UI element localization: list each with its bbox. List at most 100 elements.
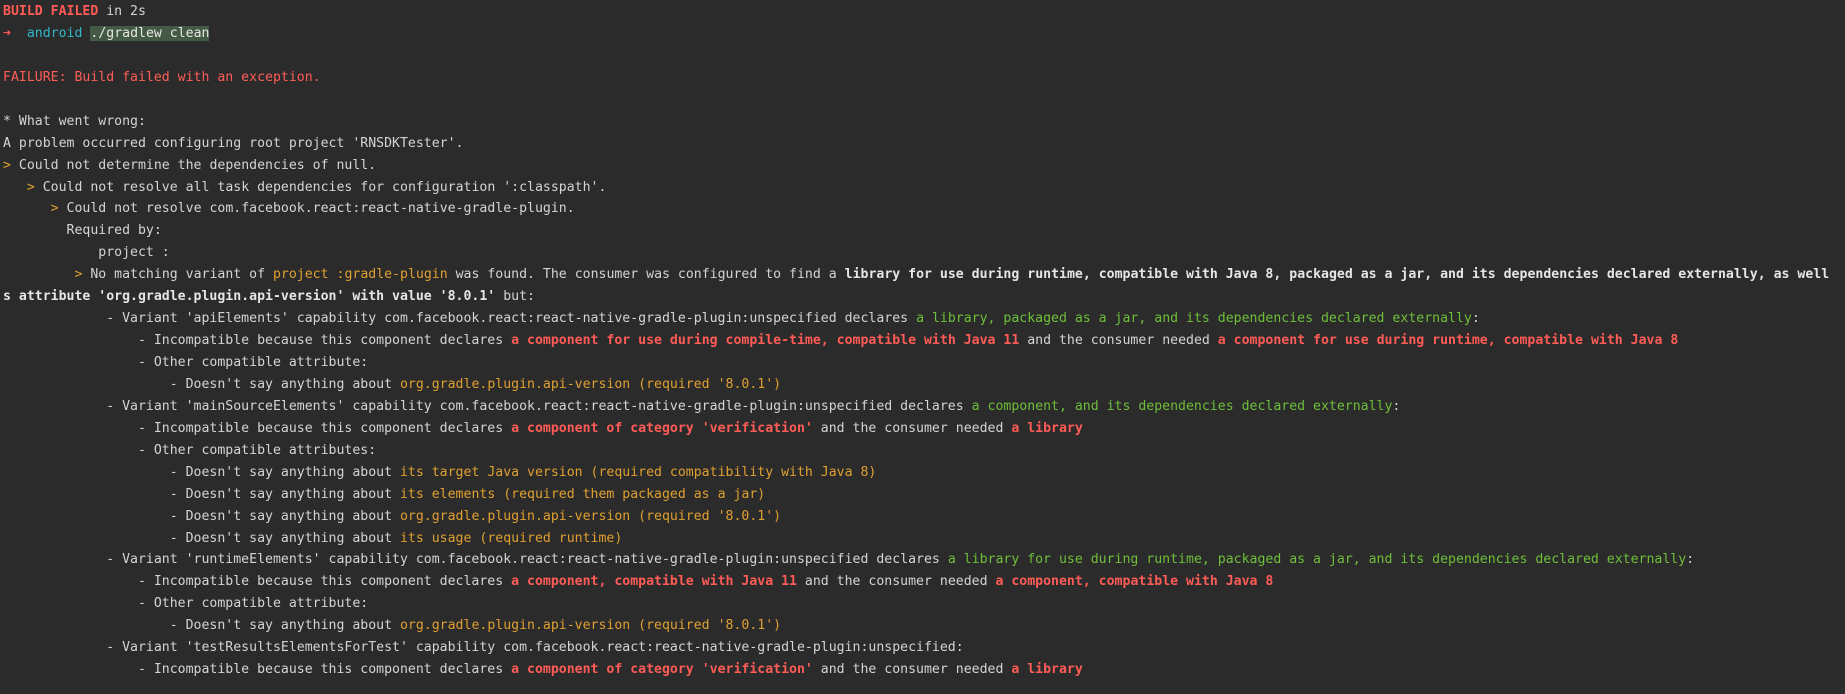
highlight-text: > (50, 201, 67, 217)
text-segment: and the consumer needed (812, 420, 1012, 436)
text-segment (3, 267, 74, 282)
command-text: ./gradlew clean (90, 25, 210, 41)
terminal-line: > No matching variant of project :gradle… (3, 264, 1845, 286)
declared-attribute-text: a library for use during runtime, packag… (947, 552, 1687, 568)
text-segment: was found. The consumer was configured t… (447, 267, 845, 283)
terminal-line: BUILD FAILED in 2s (3, 1, 1845, 23)
text-segment: s attribute 'org.gradle.plugin.api-versi… (3, 289, 496, 305)
prompt-arrow-icon: ➜ (3, 25, 11, 41)
text-segment: Could not determine the dependencies of … (18, 157, 377, 173)
text-segment: - Incompatible because this component de… (3, 662, 512, 678)
highlight-text: > (74, 267, 91, 283)
terminal-line: - Doesn't say anything about org.gradle.… (3, 615, 1845, 637)
text-segment: - Variant 'apiElements' capability com.f… (3, 311, 917, 327)
terminal-line: - Incompatible because this component de… (3, 571, 1845, 593)
terminal-line: - Variant 'apiElements' capability com.f… (3, 308, 1845, 330)
text-segment: and the consumer needed (812, 662, 1012, 678)
text-segment: and the consumer needed (1019, 333, 1218, 349)
declared-attribute-text: a library, packaged as a jar, and its de… (916, 311, 1472, 327)
terminal-line: > Could not determine the dependencies o… (3, 155, 1845, 177)
text-segment (11, 26, 27, 41)
text-segment: : (1392, 398, 1401, 414)
error-text: a component for use during runtime, comp… (1217, 333, 1679, 349)
text-segment: in 2s (98, 4, 146, 19)
highlight-text: > (26, 179, 43, 195)
terminal-line: - Doesn't say anything about org.gradle.… (3, 506, 1845, 528)
terminal-line: - Other compatible attribute: (3, 593, 1845, 615)
text-segment: library for use during runtime, compatib… (844, 267, 1830, 283)
text-segment: Could not resolve all task dependencies … (42, 179, 607, 195)
text-segment: and the consumer needed (796, 574, 996, 590)
error-text: a library (1011, 662, 1083, 678)
text-segment: - Other compatible attribute: (3, 355, 369, 370)
text-segment: project : (3, 245, 170, 261)
terminal-line: - Incompatible because this component de… (3, 330, 1845, 352)
error-text: FAILURE: Build failed with an exception. (3, 69, 321, 85)
terminal-line: > Could not resolve com.facebook.react:r… (3, 198, 1845, 220)
current-directory: android (26, 25, 83, 41)
terminal-line: * What went wrong: (3, 111, 1845, 133)
highlight-text: its target Java version (required compat… (399, 464, 877, 480)
text-segment: - Doesn't say anything about (3, 486, 400, 502)
text-segment: Required by: (3, 223, 162, 239)
error-text: a component of category 'verification' (511, 662, 813, 678)
terminal-line: ➜ android ./gradlew clean (3, 23, 1845, 45)
terminal-line: s attribute 'org.gradle.plugin.api-versi… (3, 286, 1845, 308)
highlight-text: org.gradle.plugin.api-version (required … (399, 508, 782, 524)
text-segment: - Incompatible because this component de… (3, 420, 512, 436)
terminal-line: - Variant 'mainSourceElements' capabilit… (3, 396, 1845, 418)
text-segment: No matching variant of (90, 267, 273, 283)
text-segment: : (1686, 552, 1695, 568)
text-segment: - Variant 'runtimeElements' capability c… (3, 552, 948, 568)
terminal-line: - Other compatible attributes: (3, 440, 1845, 462)
text-segment: Could not resolve com.facebook.react:rea… (66, 201, 575, 217)
terminal-line: - Incompatible because this component de… (3, 659, 1845, 681)
highlight-text: > (3, 157, 19, 173)
text-segment (3, 201, 51, 216)
text-segment (3, 180, 27, 195)
terminal-line: - Incompatible because this component de… (3, 418, 1845, 440)
text-segment: - Other compatible attribute: (3, 596, 369, 612)
error-text: a component, compatible with Java 8 (995, 574, 1274, 590)
text-segment: - Incompatible because this component de… (3, 574, 512, 590)
highlight-text: its elements (required them packaged as … (399, 486, 766, 502)
terminal-line: FAILURE: Build failed with an exception. (3, 67, 1845, 89)
terminal-line: - Doesn't say anything about its target … (3, 462, 1845, 484)
text-segment: * What went wrong: (3, 113, 146, 129)
error-text: a component of category 'verification' (511, 420, 813, 436)
text-segment: but: (495, 289, 535, 305)
highlight-text: its usage (required runtime) (399, 530, 623, 546)
text-segment: - Incompatible because this component de… (3, 333, 512, 349)
text-segment: - Doesn't say anything about (3, 376, 400, 392)
highlight-text: org.gradle.plugin.api-version (required … (399, 618, 782, 634)
error-text: a component, compatible with Java 11 (511, 574, 797, 590)
terminal-line: - Other compatible attribute: (3, 352, 1845, 374)
text-segment: - Other compatible attributes: (3, 442, 377, 458)
terminal-line: - Doesn't say anything about its usage (… (3, 528, 1845, 550)
terminal-line: > Could not resolve all task dependencie… (3, 177, 1845, 199)
terminal-line: - Variant 'runtimeElements' capability c… (3, 549, 1845, 571)
highlight-text: org.gradle.plugin.api-version (required … (399, 376, 782, 392)
highlight-text: project :gradle-plugin (272, 267, 448, 283)
text-segment: A problem occurred configuring root proj… (3, 135, 464, 151)
terminal-line: - Variant 'testResultsElementsForTest' c… (3, 637, 1845, 659)
terminal-line: - Doesn't say anything about its element… (3, 484, 1845, 506)
error-text: a component for use during compile-time,… (511, 333, 1020, 349)
declared-attribute-text: a component, and its dependencies declar… (971, 398, 1393, 414)
error-text: a library (1011, 420, 1083, 436)
terminal-output[interactable]: BUILD FAILED in 2s ➜ android ./gradlew cl… (0, 0, 1845, 694)
text-segment: - Variant 'mainSourceElements' capabilit… (3, 398, 972, 414)
terminal-line: A problem occurred configuring root proj… (3, 133, 1845, 155)
text-segment: : (1471, 311, 1480, 327)
text-segment: - Variant 'testResultsElementsForTest' c… (3, 640, 964, 656)
text-segment: - Doesn't say anything about (3, 530, 400, 546)
text-segment: - Doesn't say anything about (3, 508, 400, 524)
terminal-line: project : (3, 242, 1845, 264)
text-segment: - Doesn't say anything about (3, 618, 400, 634)
terminal-line: - Doesn't say anything about org.gradle.… (3, 374, 1845, 396)
error-text: BUILD FAILED (3, 4, 99, 19)
terminal-line: Required by: (3, 220, 1845, 242)
text-segment: - Doesn't say anything about (3, 464, 400, 480)
